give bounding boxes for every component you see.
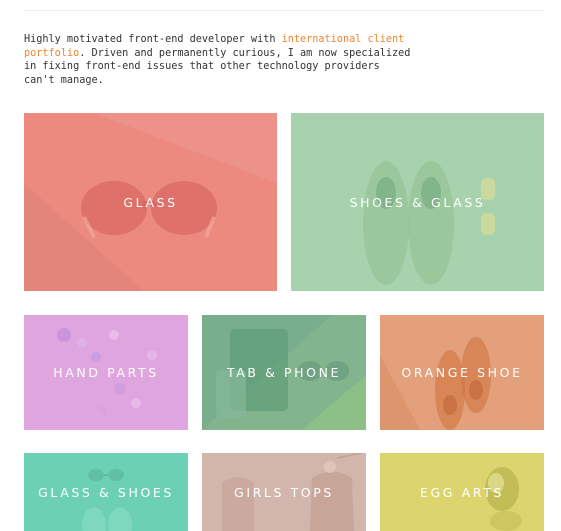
portfolio-tile-hand-parts[interactable]: HAND PARTS xyxy=(24,315,188,430)
intro-text-end: . Driven and permanently curious, I am n… xyxy=(24,47,411,87)
intro-paragraph: Highly motivated front-end developer wit… xyxy=(24,33,414,88)
portfolio-tile-shoes-glass[interactable]: SHOES & GLASS xyxy=(291,113,544,291)
intro-text-start: Highly motivated front-end developer wit… xyxy=(24,34,282,45)
portfolio-tile-girls-tops[interactable]: GIRLS TOPS xyxy=(202,453,366,531)
tile-label: GLASS & SHOES xyxy=(38,484,174,500)
tile-label: ORANGE SHOE xyxy=(401,365,523,380)
portfolio-tile-glass[interactable]: GLASS xyxy=(24,113,277,291)
tile-label: GIRLS TOPS xyxy=(234,484,334,500)
tile-label: SHOES & GLASS xyxy=(349,194,486,210)
portfolio-tile-orange-shoe[interactable]: ORANGE SHOE xyxy=(380,315,544,430)
tile-label: TAB & PHONE xyxy=(226,365,342,380)
portfolio-tile-glass-shoes[interactable]: GLASS & SHOES xyxy=(24,453,188,531)
top-divider xyxy=(24,10,544,11)
portfolio-page: Highly motivated front-end developer wit… xyxy=(0,0,561,531)
tile-label: GLASS xyxy=(123,194,178,210)
tile-label: HAND PARTS xyxy=(53,365,159,380)
portfolio-tile-egg-arts[interactable]: EGG ARTS xyxy=(380,453,544,531)
tile-label: EGG ARTS xyxy=(420,484,504,500)
portfolio-tile-tab-phone[interactable]: TAB & PHONE xyxy=(202,315,366,430)
